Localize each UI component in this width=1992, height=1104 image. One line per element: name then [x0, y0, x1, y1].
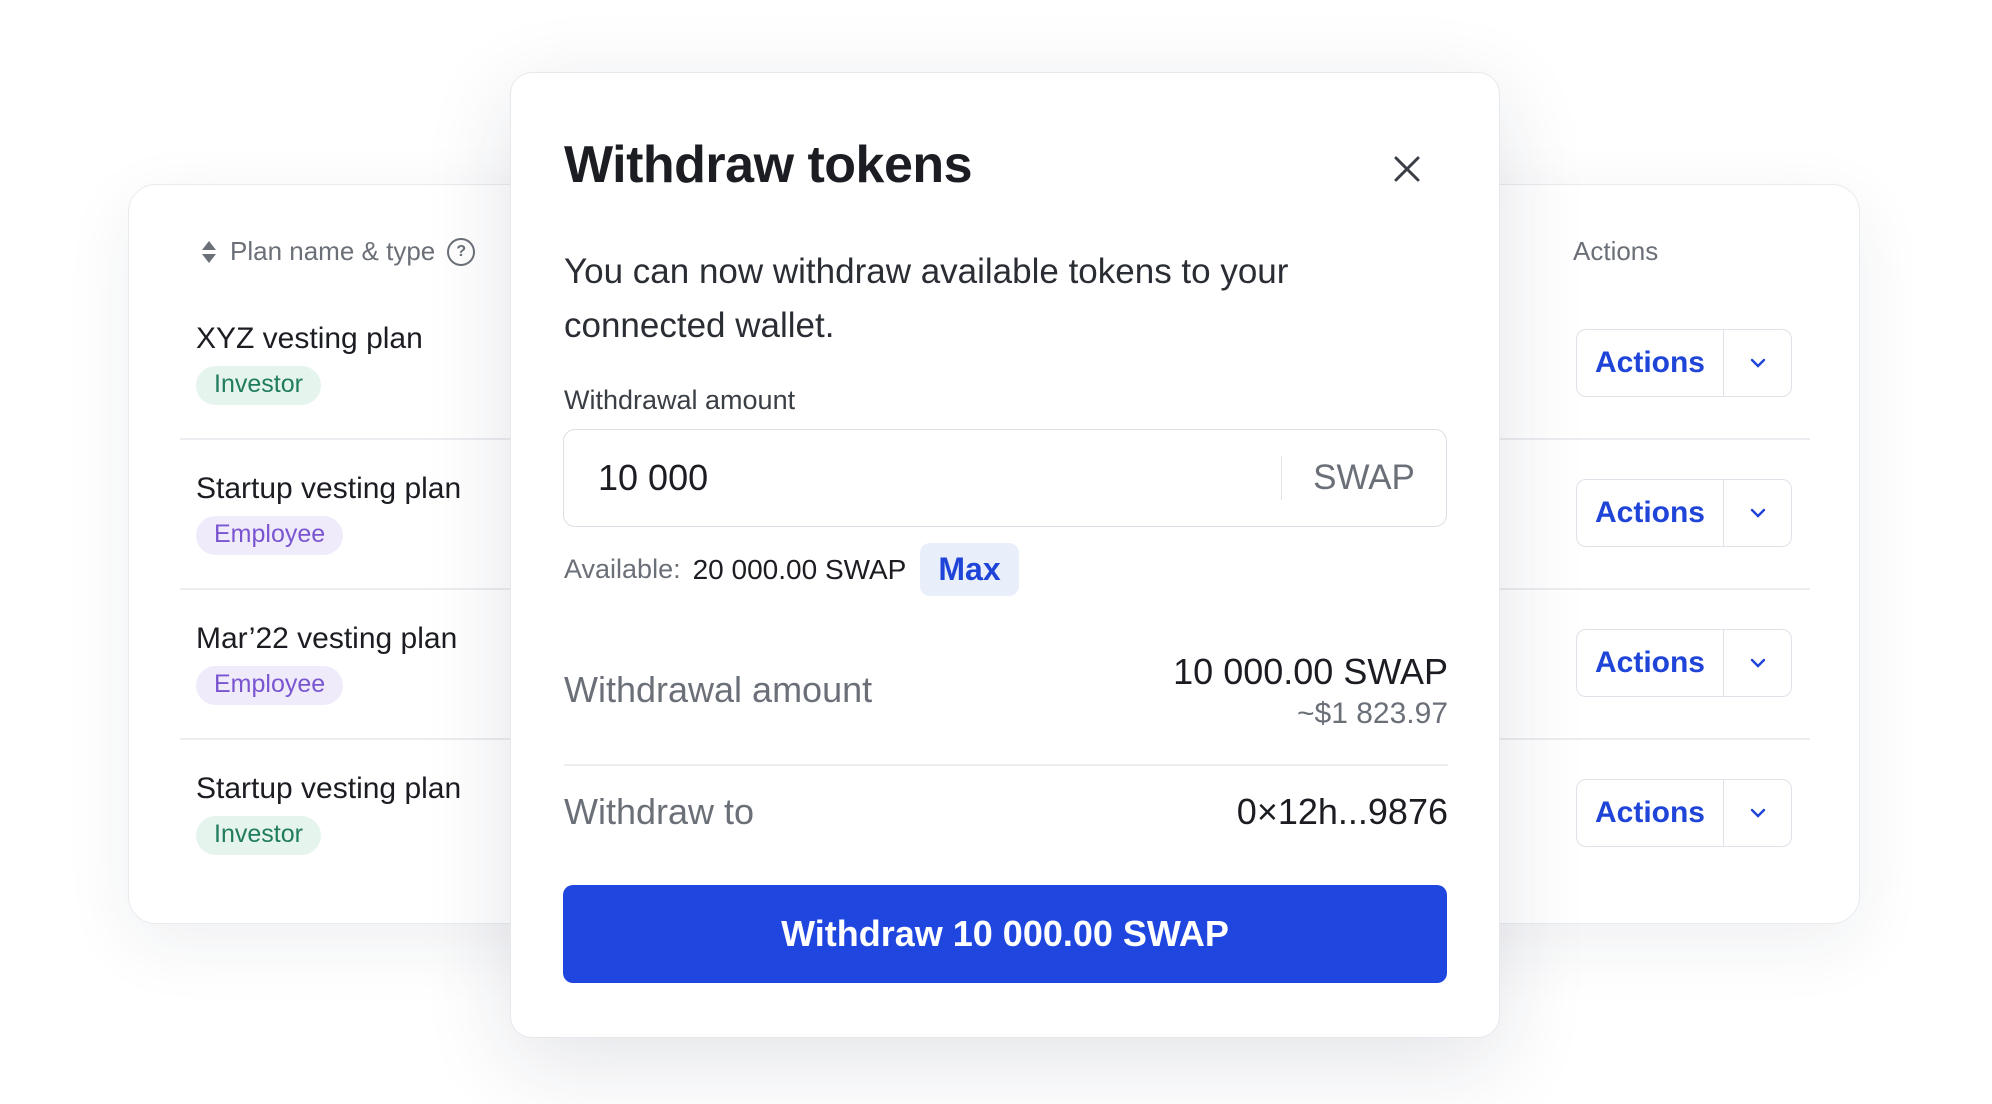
available-label: Available: — [564, 554, 681, 584]
modal-title: Withdraw tokens — [564, 136, 973, 194]
actions-button-label[interactable]: Actions — [1577, 480, 1724, 546]
table-row-plan: Startup vesting plan Investor — [196, 772, 461, 855]
withdraw-button[interactable]: Withdraw 10 000.00 SWAP — [563, 885, 1447, 983]
actions-dropdown-button[interactable]: Actions — [1576, 629, 1792, 697]
column-header-actions-label: Actions — [1573, 236, 1659, 266]
plan-name: Mar’22 vesting plan — [196, 622, 458, 655]
plan-type-badge: Employee — [196, 666, 344, 705]
plan-type-badge: Investor — [196, 816, 321, 855]
chevron-down-icon[interactable] — [1724, 480, 1791, 546]
max-button[interactable]: Max — [920, 543, 1019, 596]
withdraw-tokens-modal: Withdraw tokens You can now withdraw ava… — [510, 72, 1500, 1038]
chevron-down-icon[interactable] — [1724, 630, 1791, 696]
actions-button-label[interactable]: Actions — [1577, 780, 1724, 846]
column-header-plan-label: Plan name & type — [230, 236, 436, 266]
actions-dropdown-button[interactable]: Actions — [1576, 329, 1792, 397]
chevron-down-icon[interactable] — [1724, 330, 1791, 396]
column-header-plan[interactable]: Plan name & type ? — [200, 236, 476, 267]
table-row-plan: Startup vesting plan Employee — [196, 472, 461, 555]
table-row-plan: XYZ vesting plan Investor — [196, 322, 423, 405]
withdrawal-amount-field[interactable]: SWAP — [563, 429, 1447, 527]
help-icon[interactable]: ? — [447, 237, 476, 266]
actions-button-label[interactable]: Actions — [1577, 330, 1724, 396]
plan-type-badge: Employee — [196, 516, 344, 555]
close-icon[interactable] — [1387, 149, 1427, 189]
plan-name: Startup vesting plan — [196, 472, 462, 505]
actions-dropdown-button[interactable]: Actions — [1576, 779, 1792, 847]
table-row-plan: Mar’22 vesting plan Employee — [196, 622, 457, 705]
actions-button-label[interactable]: Actions — [1577, 630, 1724, 696]
available-value: 20 000.00 SWAP — [692, 553, 907, 585]
plan-name: XYZ vesting plan — [196, 322, 423, 355]
plan-type-badge: Investor — [196, 366, 321, 405]
summary-amount-usd: ~$1 823.97 — [1297, 697, 1448, 730]
sort-icon[interactable] — [200, 240, 218, 264]
summary-to-key: Withdraw to — [564, 791, 755, 832]
amount-unit: SWAP — [1313, 458, 1415, 497]
withdrawal-amount-input[interactable] — [564, 447, 1281, 509]
summary-amount-value: 10 000.00 SWAP — [1173, 651, 1448, 692]
summary-amount-values: 10 000.00 SWAP ~$1 823.97 — [1173, 651, 1448, 731]
withdrawal-amount-label: Withdrawal amount — [564, 385, 796, 415]
actions-dropdown-button[interactable]: Actions — [1576, 479, 1792, 547]
available-balance: Available: 20 000.00 SWAP Max — [564, 543, 1019, 596]
chevron-down-icon[interactable] — [1724, 780, 1791, 846]
summary-divider — [564, 764, 1448, 766]
summary-to-value: 0×12h...9876 — [1236, 791, 1448, 832]
plan-name: Startup vesting plan — [196, 772, 462, 805]
modal-description: You can now withdraw available tokens to… — [564, 252, 1289, 345]
summary-amount-key: Withdrawal amount — [564, 669, 873, 710]
column-header-actions: Actions — [1573, 236, 1658, 267]
